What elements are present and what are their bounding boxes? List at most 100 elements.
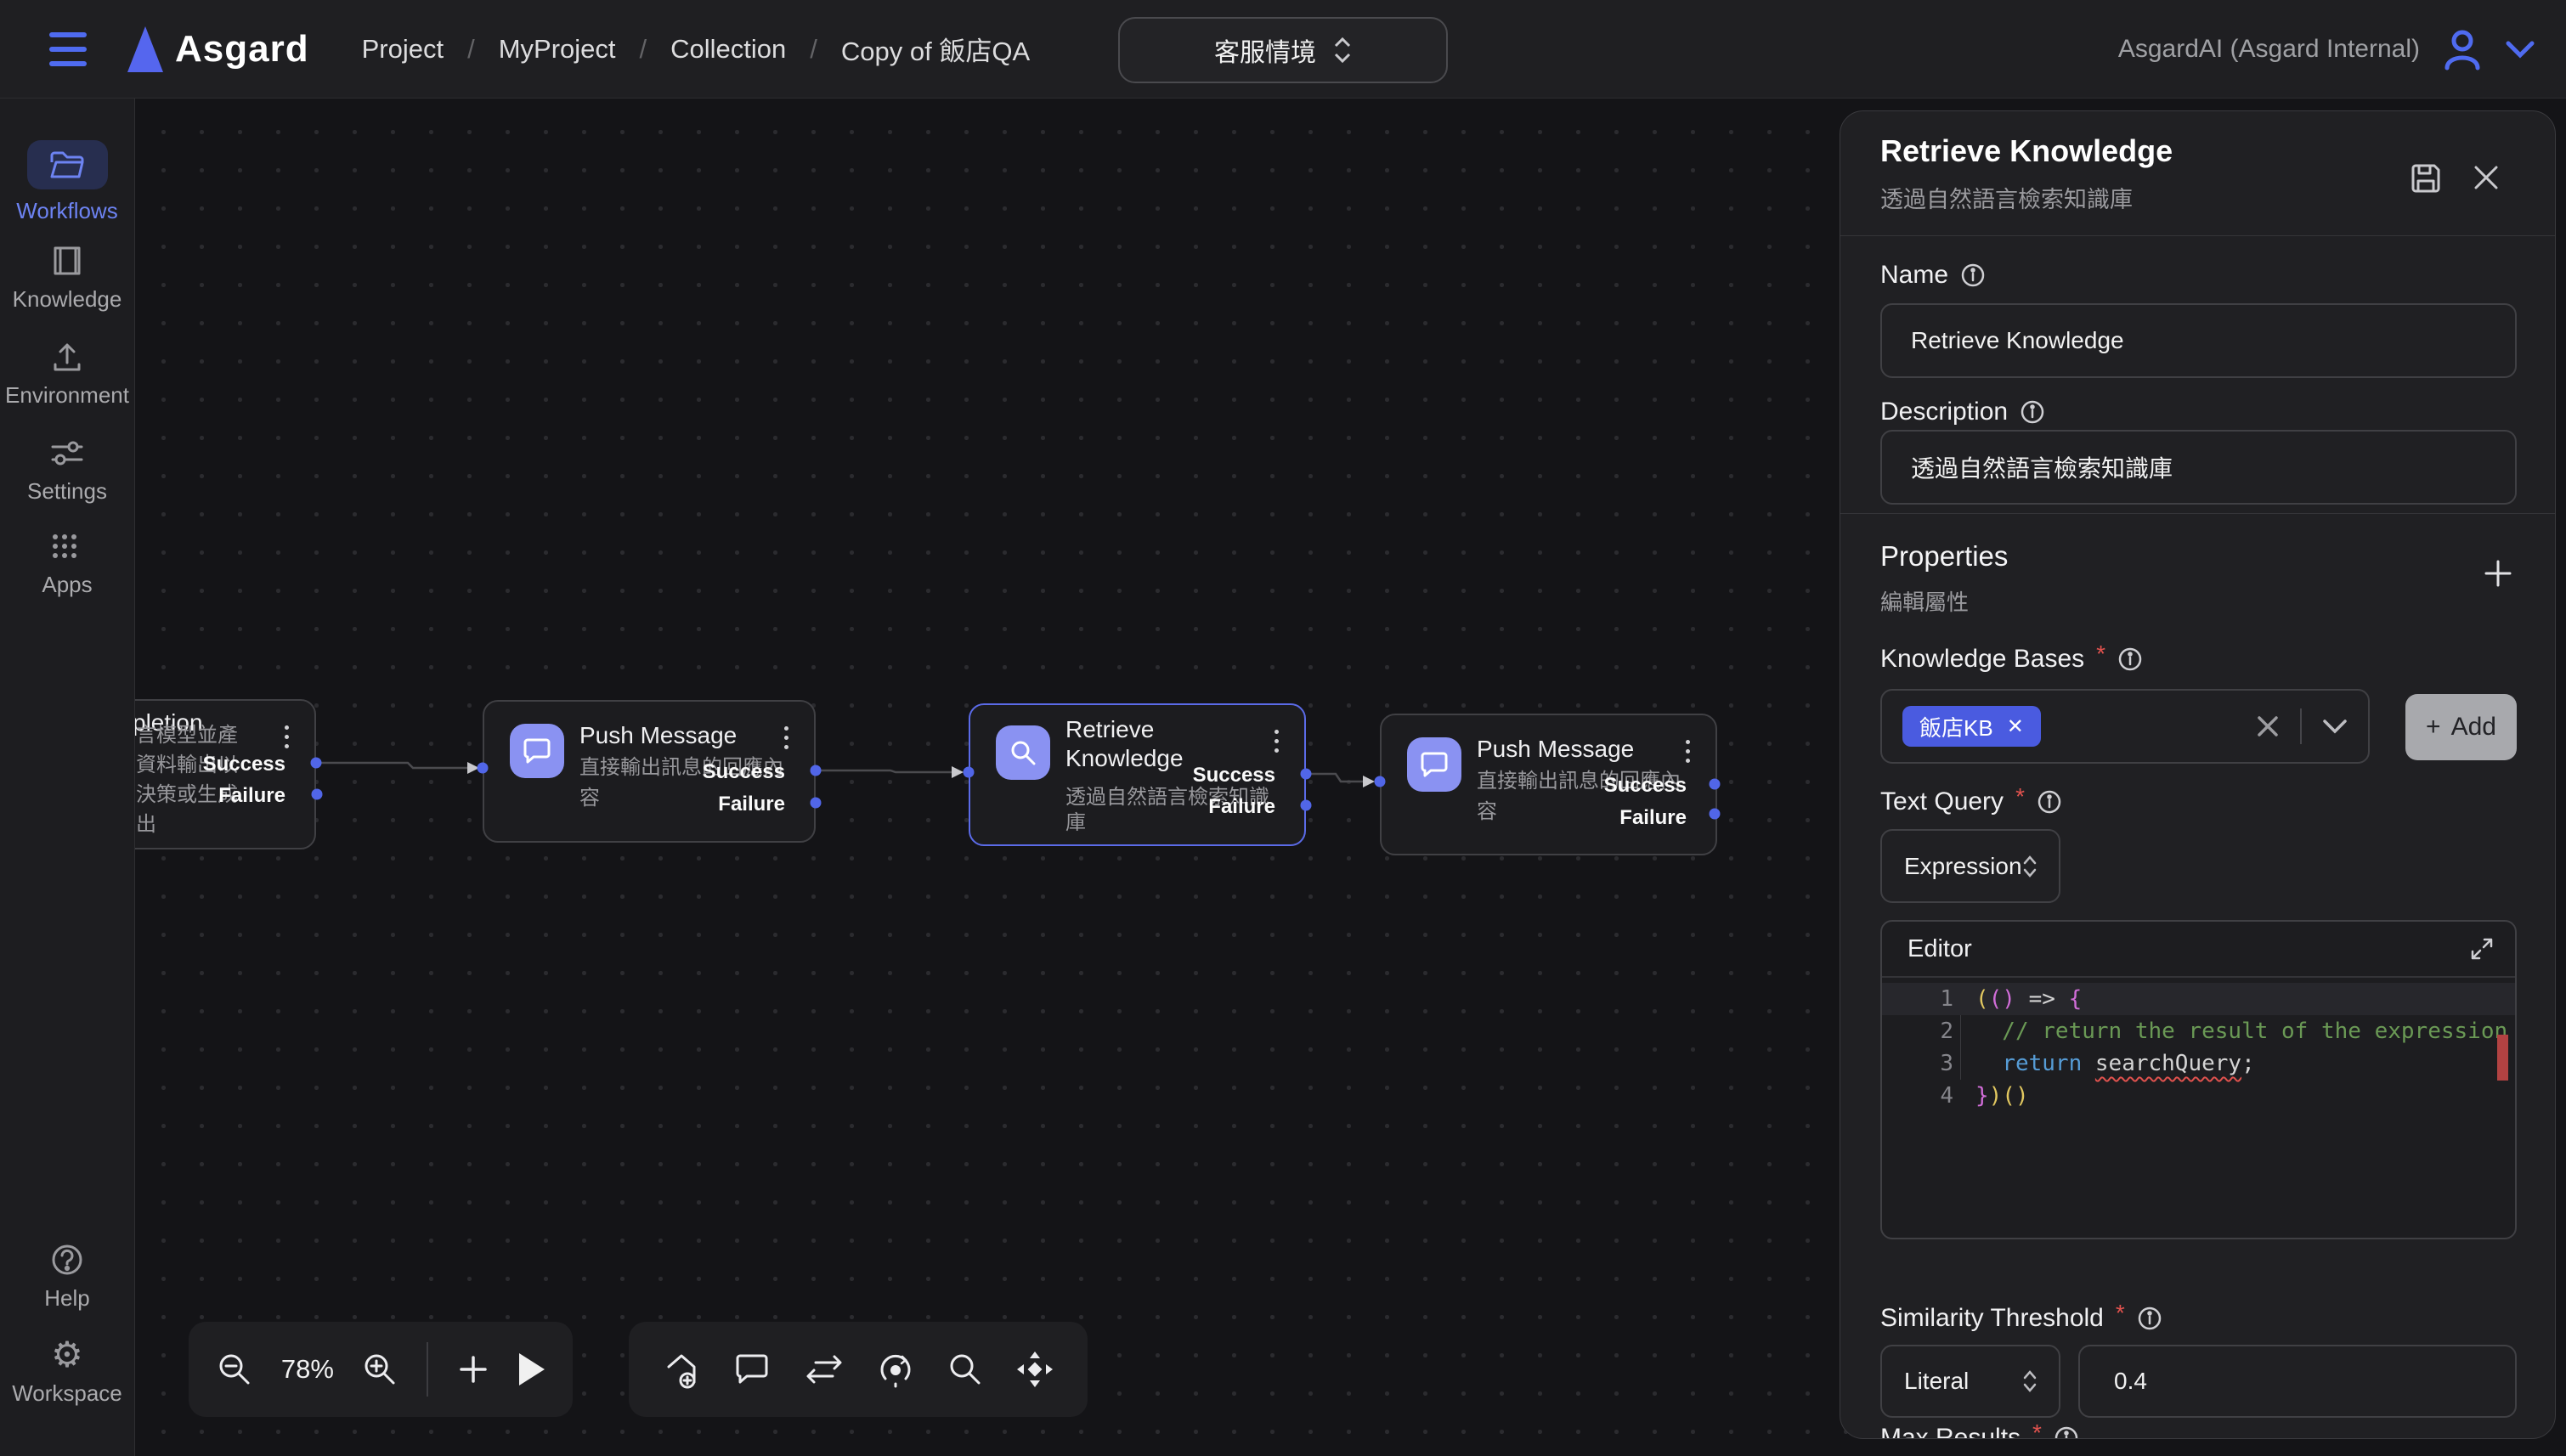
kebab-menu-icon[interactable]	[274, 718, 299, 755]
question-circle-icon	[50, 1243, 84, 1277]
sidebar-item-settings[interactable]: Settings	[0, 436, 134, 505]
breadcrumb-project[interactable]: Project	[362, 34, 444, 65]
text-query-label: Text Query *	[1880, 787, 2062, 816]
upload-icon	[50, 340, 84, 374]
sliders-icon	[49, 436, 85, 470]
similarity-value-input[interactable]	[2078, 1345, 2517, 1418]
chevron-up-down-icon	[2023, 1369, 2037, 1393]
panel-divider	[1840, 513, 2556, 514]
edge	[816, 770, 952, 772]
actions-toolbar	[629, 1322, 1088, 1417]
move-icon[interactable]	[1015, 1350, 1054, 1389]
port-failure-label: Failure	[718, 793, 785, 816]
node-completion[interactable]: pletion 言模型並產 資料輸出以 決策或生成 出 Success Fail…	[134, 699, 316, 849]
port-success-label: Success	[1604, 774, 1687, 798]
chevron-down-icon[interactable]	[2322, 719, 2348, 734]
swap-arrows-icon[interactable]	[804, 1354, 845, 1385]
info-icon[interactable]	[2037, 789, 2062, 815]
add-knowledge-base-button[interactable]: + Add	[2405, 694, 2517, 760]
info-icon[interactable]	[2054, 1425, 2079, 1439]
add-property-icon[interactable]	[2479, 555, 2517, 592]
description-field-label: Description	[1880, 398, 2045, 426]
sidebar-item-workflows[interactable]: Workflows	[0, 140, 134, 224]
magnifier-icon	[996, 725, 1050, 780]
similarity-mode-select[interactable]: Literal	[1880, 1345, 2060, 1418]
sidebar-item-workspace[interactable]: ⚙ Workspace	[0, 1338, 134, 1407]
chat-bubble-icon	[510, 724, 564, 778]
similarity-threshold-label: Similarity Threshold *	[1880, 1304, 2162, 1333]
info-icon[interactable]	[2117, 646, 2143, 672]
home-add-icon[interactable]	[662, 1350, 701, 1389]
editor-header: Editor	[1882, 922, 2515, 978]
hamburger-menu-icon[interactable]	[49, 32, 87, 66]
expression-editor[interactable]: Editor 1 (() => { 2 // return the result…	[1880, 920, 2517, 1239]
chevron-down-icon	[2505, 40, 2535, 59]
knowledge-bases-select[interactable]: 飯店KB ✕	[1880, 689, 2370, 764]
similarity-mode-value: Literal	[1904, 1368, 1969, 1395]
breadcrumb-myproject[interactable]: MyProject	[499, 34, 616, 65]
error-marker	[2497, 1035, 2508, 1081]
kebab-menu-icon[interactable]	[1263, 722, 1289, 759]
book-icon	[50, 244, 84, 278]
info-icon[interactable]	[2020, 399, 2045, 425]
kebab-menu-icon[interactable]	[1675, 732, 1700, 770]
environment-selector[interactable]: 客服情境	[1118, 17, 1448, 83]
text-query-mode-value: Expression	[1904, 853, 2022, 880]
breadcrumb-separator: /	[640, 34, 647, 65]
account-label: AsgardAI (Asgard Internal)	[2118, 35, 2420, 64]
kb-chip[interactable]: 飯店KB ✕	[1902, 706, 2041, 747]
comment-icon[interactable]	[733, 1352, 771, 1387]
zoom-in-button[interactable]	[362, 1352, 398, 1387]
restart-idea-icon[interactable]	[877, 1350, 914, 1389]
edge-arrow-icon	[1363, 776, 1375, 787]
node-retrieve-knowledge[interactable]: Retrieve Knowledge 透過自然語言檢索知識庫 Success F…	[969, 703, 1306, 846]
kebab-menu-icon[interactable]	[773, 719, 799, 756]
account-menu[interactable]: AsgardAI (Asgard Internal)	[2118, 0, 2535, 98]
panel-subtitle: 透過自然語言檢索知識庫	[1880, 181, 2133, 214]
breadcrumb: Project / MyProject / Collection / Copy …	[362, 30, 1031, 68]
sidebar-item-environment[interactable]: Environment	[0, 340, 134, 409]
close-icon[interactable]	[2471, 162, 2501, 193]
zoom-out-button[interactable]	[217, 1352, 252, 1387]
save-icon[interactable]	[2408, 161, 2444, 196]
node-push-message[interactable]: Push Message 直接輸出訊息的回應內容 Success Failure	[1380, 714, 1717, 855]
name-field-label: Name	[1880, 261, 1986, 290]
name-input[interactable]	[1880, 303, 2517, 378]
breadcrumb-separator: /	[810, 34, 817, 65]
required-mark: *	[2096, 641, 2105, 668]
add-node-button[interactable]	[456, 1352, 490, 1386]
edge-arrow-icon	[952, 766, 964, 778]
sidebar-item-label: Workspace	[12, 1380, 122, 1407]
description-input[interactable]	[1880, 430, 2517, 505]
folder-open-icon	[27, 140, 108, 189]
port-failure-label: Failure	[218, 784, 285, 808]
asgard-logo-icon	[127, 26, 163, 72]
info-icon[interactable]	[1960, 262, 1986, 288]
clear-icon[interactable]	[2256, 714, 2280, 738]
info-icon[interactable]	[2137, 1306, 2162, 1331]
code-line: 3 return searchQuery;	[1882, 1047, 2515, 1080]
brand-name: Asgard	[175, 28, 309, 71]
node-title: Push Message	[579, 720, 737, 751]
breadcrumb-collection[interactable]: Collection	[670, 34, 786, 65]
node-description-line: 言模型並產	[136, 720, 238, 750]
code-area[interactable]: 1 (() => { 2 // return the result of the…	[1882, 978, 2515, 1112]
chip-close-icon[interactable]: ✕	[2007, 714, 2024, 739]
sidebar-item-label: Workflows	[16, 198, 117, 224]
expand-icon[interactable]	[2469, 936, 2495, 962]
sidebar-item-help[interactable]: Help	[0, 1243, 134, 1312]
panel-divider	[1840, 235, 2556, 236]
node-push-message[interactable]: Push Message 直接輸出訊息的回應內容 Success Failure	[483, 700, 816, 843]
editor-title: Editor	[1908, 935, 1972, 963]
sidebar-item-label: Settings	[27, 478, 107, 505]
text-query-mode-select[interactable]: Expression	[1880, 829, 2060, 903]
sidebar-item-knowledge[interactable]: Knowledge	[0, 244, 134, 313]
sidebar-item-apps[interactable]: Apps	[0, 529, 134, 598]
search-icon[interactable]	[947, 1352, 983, 1387]
node-details-panel: Retrieve Knowledge 透過自然語言檢索知識庫 Name Desc…	[1840, 110, 2556, 1439]
code-line: 1 (() => {	[1882, 983, 2515, 1015]
code-line: 2 // return the result of the expression	[1882, 1015, 2515, 1047]
run-button[interactable]	[519, 1353, 545, 1385]
port-success-label: Success	[203, 753, 285, 776]
knowledge-bases-label: Knowledge Bases *	[1880, 645, 2143, 674]
